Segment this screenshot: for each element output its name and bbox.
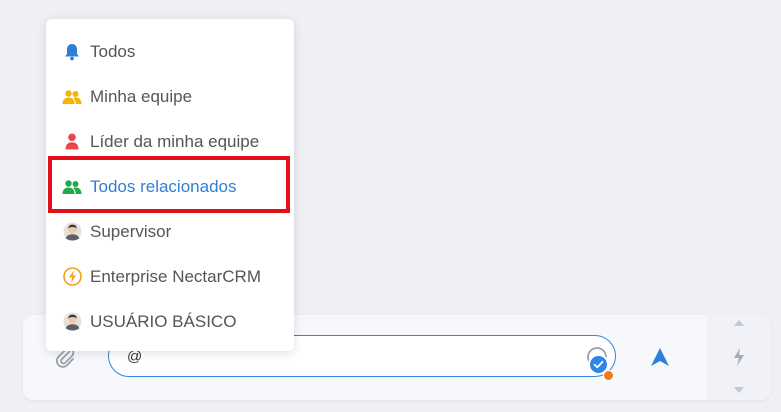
mention-item-label: USUÁRIO BÁSICO: [90, 311, 237, 331]
bell-icon: [62, 42, 82, 62]
mention-item-todos[interactable]: Todos: [46, 29, 294, 74]
send-icon[interactable]: [648, 345, 672, 369]
mention-item-minha-equipe[interactable]: Minha equipe: [46, 74, 294, 119]
mention-item-enterprise[interactable]: Enterprise NectarCRM: [46, 254, 294, 299]
related-team-icon: [62, 177, 82, 197]
mention-item-todos-relacionados[interactable]: Todos relacionados: [46, 164, 294, 209]
chevron-up-icon[interactable]: [733, 319, 745, 327]
mention-item-label: Todos: [90, 41, 136, 61]
lightning-icon[interactable]: [732, 347, 746, 367]
mention-item-label: Todos relacionados: [90, 176, 237, 196]
mention-item-lider[interactable]: Líder da minha equipe: [46, 119, 294, 164]
mention-item-supervisor[interactable]: Supervisor: [46, 209, 294, 254]
mention-item-usuario-basico[interactable]: USUÁRIO BÁSICO: [46, 299, 294, 344]
team-icon: [62, 87, 82, 107]
mention-item-label: Supervisor: [90, 221, 172, 241]
mention-item-label: Enterprise NectarCRM: [90, 266, 261, 286]
avatar-icon: [62, 222, 82, 242]
quick-actions-panel: [707, 315, 771, 400]
leader-icon: [62, 132, 82, 152]
enterprise-icon: [62, 267, 82, 287]
mention-item-label: Minha equipe: [90, 86, 193, 106]
mention-item-label: Líder da minha equipe: [90, 131, 260, 151]
chevron-down-icon[interactable]: [733, 386, 745, 394]
mention-dropdown: Todos Minha equipe Líder da minha equipe…: [46, 19, 294, 351]
notification-dot: [603, 370, 614, 381]
avatar-icon: [62, 312, 82, 332]
